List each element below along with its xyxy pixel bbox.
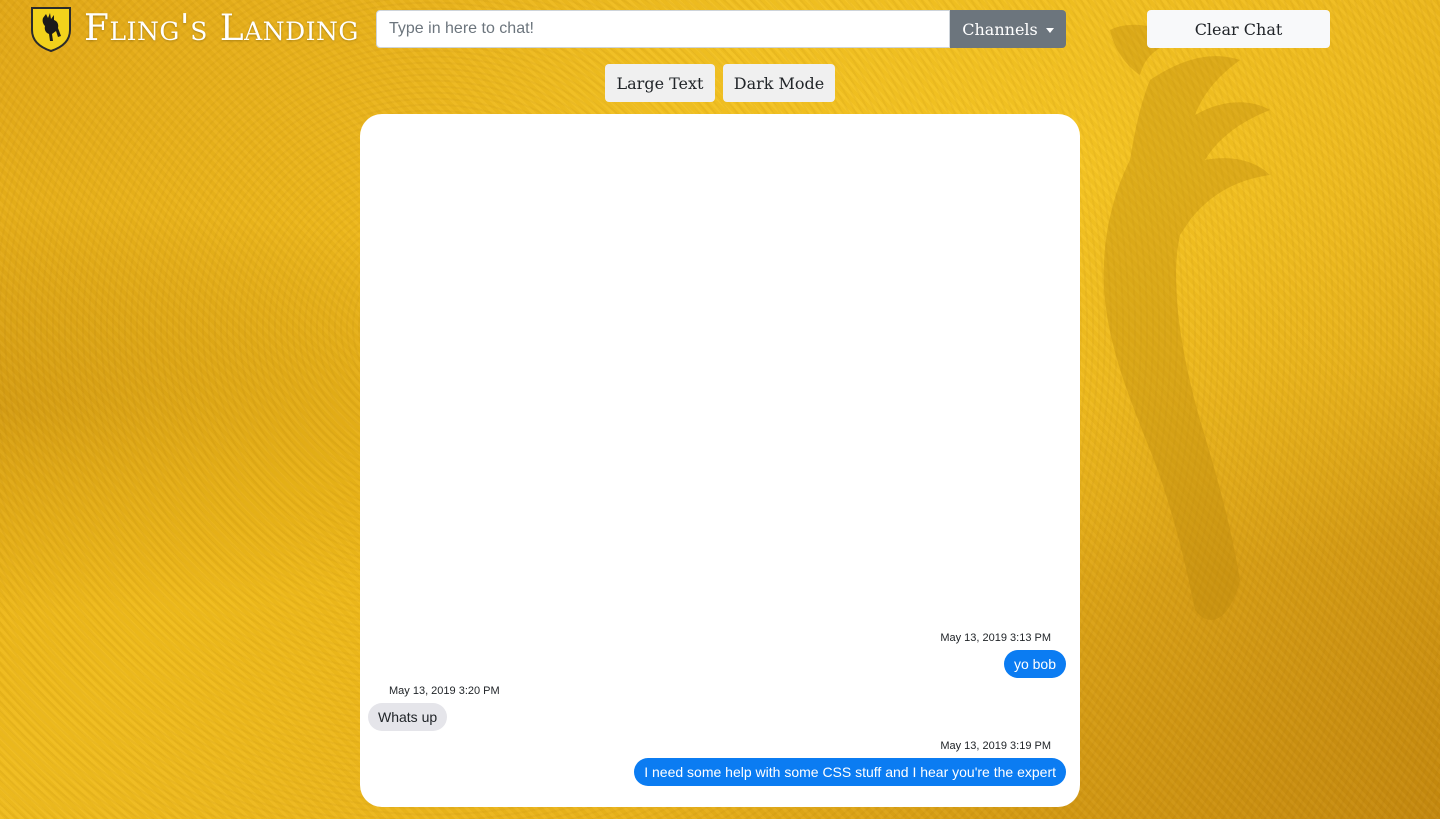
- dark-mode-button[interactable]: Dark Mode: [723, 64, 835, 102]
- chat-window[interactable]: May 13, 2019 3:13 PM yo bob May 13, 2019…: [360, 114, 1080, 807]
- clear-chat-button[interactable]: Clear Chat: [1147, 10, 1330, 48]
- message-sent: May 13, 2019 3:19 PM I need some help wi…: [634, 740, 1066, 786]
- large-text-button[interactable]: Large Text: [605, 64, 715, 102]
- chat-input[interactable]: [376, 10, 950, 48]
- message-received: May 13, 2019 3:20 PM Whats up: [368, 685, 500, 731]
- message-bubble: yo bob: [1003, 650, 1066, 678]
- message-sent: May 13, 2019 3:13 PM yo bob: [940, 632, 1066, 678]
- channels-dropdown-button[interactable]: Channels: [950, 10, 1066, 48]
- site-title: Fling's Landing: [84, 8, 359, 49]
- stag-shield-icon: [31, 7, 71, 52]
- channels-label: Channels: [962, 19, 1038, 39]
- message-timestamp: May 13, 2019 3:13 PM: [940, 632, 1051, 644]
- message-timestamp: May 13, 2019 3:20 PM: [389, 685, 500, 697]
- caret-down-icon: [1045, 27, 1054, 33]
- message-bubble: Whats up: [368, 703, 448, 731]
- message-timestamp: May 13, 2019 3:19 PM: [940, 740, 1051, 752]
- message-bubble: I need some help with some CSS stuff and…: [634, 758, 1066, 786]
- site-logo[interactable]: Fling's Landing: [30, 6, 359, 52]
